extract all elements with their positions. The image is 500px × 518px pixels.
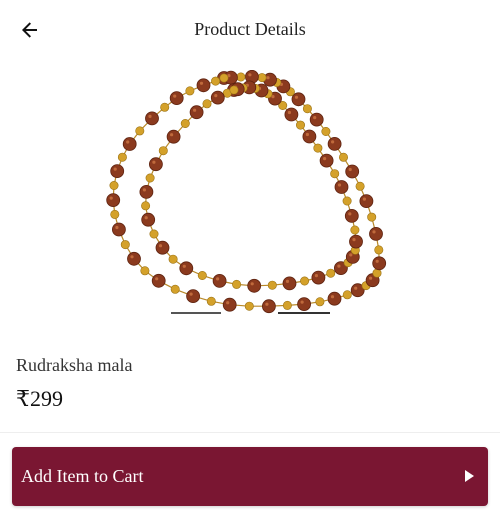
divider: [0, 432, 500, 433]
gold-cap: [342, 290, 352, 300]
carousel-indicator-1[interactable]: [171, 312, 221, 314]
rudraksha-bead: [284, 107, 299, 122]
rudraksha-bead: [106, 193, 121, 208]
rudraksha-bead: [141, 212, 156, 227]
rudraksha-bead: [155, 240, 170, 255]
rudraksha-bead: [151, 273, 166, 288]
gold-cap: [321, 126, 331, 136]
gold-cap: [219, 73, 229, 83]
rudraksha-bead: [345, 164, 360, 179]
rudraksha-bead: [110, 164, 125, 178]
gold-cap: [232, 279, 242, 289]
mala-thread: [144, 86, 357, 287]
gold-cap: [135, 126, 145, 136]
rudraksha-bead: [297, 297, 312, 312]
product-details-screen: Product Details Rudraksha mala ₹299 Add …: [0, 0, 500, 518]
rudraksha-bead: [327, 137, 342, 151]
gold-cap: [140, 266, 150, 276]
gold-cap: [158, 146, 168, 156]
product-price: ₹299: [16, 386, 63, 411]
rudraksha-bead: [222, 297, 237, 312]
product-image: [106, 70, 387, 314]
rudraksha-bead: [189, 105, 204, 120]
rudraksha-bead: [302, 129, 317, 144]
gold-cap: [302, 104, 312, 114]
add-to-cart-label: Add Item to Cart: [21, 466, 144, 486]
page-title: Product Details: [194, 19, 306, 39]
rudraksha-bead: [369, 226, 383, 241]
rudraksha-bead: [359, 194, 374, 209]
gold-cap: [315, 297, 325, 307]
rudraksha-bead: [334, 180, 349, 194]
gold-cap: [244, 301, 254, 311]
gold-cap: [236, 72, 246, 82]
rudraksha-bead: [327, 291, 342, 306]
rudraksha-bead: [282, 276, 297, 291]
gold-cap: [117, 152, 127, 162]
rudraksha-bead: [261, 299, 276, 314]
rudraksha-bead: [291, 92, 306, 107]
gold-cap: [282, 300, 292, 310]
gold-cap: [350, 225, 360, 235]
gold-cap: [180, 118, 190, 128]
gold-cap: [330, 169, 340, 179]
rudraksha-bead: [179, 261, 194, 276]
rudraksha-bead: [210, 90, 225, 105]
app-header: Product Details: [0, 0, 500, 60]
gold-cap: [202, 99, 212, 109]
rudraksha-bead: [127, 251, 141, 266]
gold-cap: [257, 73, 267, 83]
rudraksha-bead: [319, 153, 334, 168]
gold-cap: [367, 212, 377, 222]
rudraksha-bead: [196, 78, 211, 93]
rudraksha-bead: [349, 234, 363, 249]
rudraksha-bead: [145, 111, 159, 126]
gold-cap: [170, 284, 180, 294]
gold-cap: [110, 209, 120, 219]
rudraksha-bead: [212, 273, 227, 288]
rudraksha-bead: [372, 256, 387, 271]
gold-cap: [109, 181, 119, 191]
gold-cap: [355, 181, 365, 191]
rudraksha-bead: [139, 185, 154, 199]
gold-cap: [229, 85, 239, 95]
gold-cap: [185, 86, 195, 96]
gold-cap: [326, 268, 336, 278]
gold-cap: [342, 196, 352, 206]
rudraksha-bead: [166, 129, 181, 144]
gold-cap: [160, 102, 170, 112]
rudraksha-bead: [149, 157, 163, 172]
gold-cap: [300, 276, 310, 286]
gold-cap: [149, 229, 159, 239]
gold-cap: [267, 280, 277, 290]
gold-cap: [197, 271, 207, 281]
rudraksha-bead: [186, 289, 200, 304]
gold-cap: [313, 143, 323, 153]
rudraksha-bead: [122, 137, 137, 151]
product-image-carousel[interactable]: [104, 70, 396, 340]
rudraksha-bead: [247, 278, 262, 293]
rudraksha-bead: [311, 270, 326, 285]
rudraksha-bead: [111, 222, 126, 237]
add-to-cart-button[interactable]: Add Item to Cart: [12, 447, 488, 506]
gold-cap: [145, 173, 155, 183]
carousel-indicator-2[interactable]: [278, 312, 330, 314]
gold-cap: [374, 245, 384, 255]
rudraksha-bead: [169, 91, 184, 106]
gold-cap: [206, 296, 216, 306]
gold-cap: [339, 152, 349, 162]
rudraksha-bead: [344, 208, 359, 223]
gold-cap: [120, 240, 130, 250]
product-name: Rudraksha mala: [16, 355, 133, 375]
gold-cap: [141, 201, 151, 211]
gold-cap: [211, 76, 221, 86]
gold-cap: [168, 254, 178, 264]
gold-cap: [296, 120, 306, 130]
play-right-icon: [465, 470, 474, 482]
rudraksha-bead: [309, 112, 324, 127]
